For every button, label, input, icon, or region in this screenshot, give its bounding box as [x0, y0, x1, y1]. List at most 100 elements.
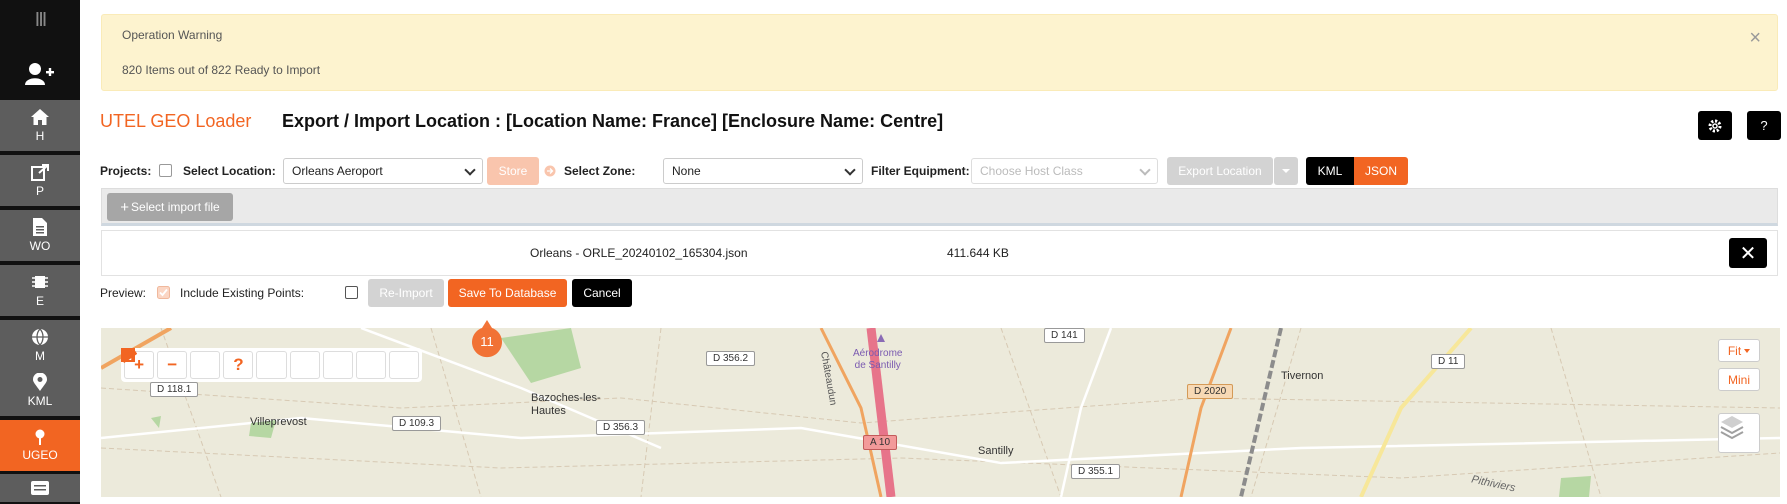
home-icon	[31, 109, 49, 125]
sidebar: III H P WO E M KML UGEO	[0, 0, 80, 504]
step-marker-badge: 11	[470, 320, 504, 360]
file-size: 411.644 KB	[947, 246, 1009, 260]
road-label: D 141	[1044, 328, 1085, 343]
sidebar-item-work-orders[interactable]: WO	[0, 210, 80, 263]
road-label: D 356.2	[706, 351, 756, 366]
menu-toggle-icon[interactable]: III	[0, 0, 80, 40]
sidebar-item-home[interactable]: H	[0, 100, 80, 153]
road-label: D 11	[1431, 354, 1466, 369]
sidebar-item-label: WO	[29, 239, 51, 253]
alert-title: Operation Warning	[122, 28, 223, 42]
toolbar: Projects: Select Location: Orleans Aerop…	[100, 157, 1780, 185]
select-import-file-button[interactable]: + Select import file	[107, 193, 233, 221]
action-row: Preview: Include Existing Points: Re-Imp…	[100, 279, 800, 307]
app-title: UTEL GEO Loader	[100, 111, 252, 131]
globe-icon	[32, 328, 48, 346]
kml-button[interactable]: KML	[1306, 157, 1354, 185]
search-button[interactable]	[122, 349, 320, 379]
preview-checkbox[interactable]	[157, 286, 170, 299]
remove-file-button[interactable]: ✕	[1729, 238, 1767, 268]
select-location-label: Select Location:	[183, 164, 276, 178]
sidebar-item-label: M	[35, 349, 45, 363]
projects-label: Projects:	[100, 164, 152, 178]
cancel-button[interactable]: Cancel	[572, 279, 632, 307]
close-icon[interactable]: ×	[1749, 27, 1761, 50]
zone-select[interactable]: None	[663, 158, 863, 184]
plus-icon: +	[120, 198, 130, 216]
draw-area-button[interactable]	[121, 348, 419, 379]
sidebar-item-label: UGEO	[22, 448, 58, 462]
layers-button[interactable]	[1718, 413, 1760, 453]
sidebar-item-label: P	[35, 184, 44, 198]
help-button[interactable]: ?	[1747, 111, 1781, 140]
location-icon	[35, 429, 45, 445]
select-zone-label: Select Zone:	[564, 164, 636, 178]
host-class-select[interactable]: Choose Host Class	[971, 158, 1158, 184]
sidebar-item-equipment[interactable]: E	[0, 265, 80, 318]
map-place-label: Tivernon	[1281, 370, 1324, 382]
list-icon	[31, 481, 49, 495]
road-label: D 356.3	[596, 420, 646, 435]
fit-button[interactable]: Fit	[1718, 339, 1760, 362]
sidebar-item-ugeo[interactable]: UGEO	[0, 420, 80, 473]
reimport-button[interactable]: Re-Import	[368, 279, 444, 307]
measure-button[interactable]	[121, 348, 386, 379]
square-select-icon	[121, 348, 135, 362]
road-label: D 118.1	[150, 382, 199, 397]
sidebar-item-list[interactable]	[0, 474, 80, 504]
export-dropdown-button[interactable]	[1274, 157, 1298, 185]
arrow-right-circle-icon	[544, 165, 556, 177]
refresh-button[interactable]	[122, 348, 287, 379]
print-button[interactable]	[121, 348, 353, 379]
step-marker-number: 11	[480, 334, 494, 349]
json-button[interactable]: JSON	[1354, 157, 1408, 185]
road-label: A 10	[863, 435, 898, 450]
sidebar-item-label: H	[35, 129, 45, 143]
zoom-out-button[interactable]: −	[157, 351, 188, 379]
export-location-button[interactable]: Export Location	[1167, 157, 1273, 185]
sidebar-item-projects[interactable]: P	[0, 155, 80, 208]
chevron-down-icon	[464, 164, 476, 176]
zone-select-value: None	[672, 164, 701, 178]
map-place-label: Bazoches-les- Hautes	[531, 392, 601, 417]
minimap-button[interactable]: Mini	[1718, 368, 1760, 391]
file-name: Orleans - ORLE_20240102_165304.json	[530, 246, 748, 260]
store-button[interactable]: Store	[487, 157, 539, 185]
map-place-label: Villeprevost	[250, 416, 307, 428]
chip-icon	[32, 276, 48, 288]
select-import-file-label: Select import file	[131, 200, 220, 214]
sidebar-item-label: E	[35, 294, 44, 308]
filter-equipment-label: Filter Equipment:	[871, 164, 970, 178]
share-square-icon	[31, 164, 49, 181]
save-to-database-button[interactable]: Save To Database	[448, 279, 567, 307]
caret-down-icon	[1282, 169, 1290, 173]
document-icon	[33, 218, 47, 236]
include-existing-checkbox[interactable]	[345, 286, 358, 299]
host-class-placeholder: Choose Host Class	[980, 164, 1083, 178]
map-toolbar: + − ?	[121, 348, 422, 382]
sidebar-item-kml[interactable]: KML	[0, 365, 80, 418]
preview-label: Preview:	[100, 286, 147, 300]
alert-message: 820 Items out of 822 Ready to Import	[122, 63, 321, 77]
page-title: Export / Import Location : [Location Nam…	[282, 111, 944, 131]
gear-icon	[1708, 119, 1722, 132]
include-existing-label: Include Existing Points:	[180, 286, 305, 300]
projects-checkbox[interactable]	[159, 164, 172, 177]
map-help-button[interactable]: ?	[223, 351, 254, 379]
settings-button[interactable]	[1698, 111, 1732, 140]
warning-alert: Operation Warning 820 Items out of 822 R…	[101, 14, 1778, 91]
main-content: Operation Warning 820 Items out of 822 R…	[80, 0, 1787, 497]
map-place-label: Santilly	[978, 445, 1014, 457]
layers-icon	[1720, 416, 1744, 440]
road-label: D 2020	[1187, 384, 1234, 399]
location-select[interactable]: Orleans Aeroport	[283, 158, 483, 184]
fit-label: Fit	[1727, 343, 1742, 358]
add-user-icon[interactable]	[0, 52, 80, 96]
map-settings-button[interactable]	[121, 348, 221, 379]
chevron-down-icon	[1139, 164, 1151, 176]
file-row: Orleans - ORLE_20240102_165304.json 411.…	[101, 230, 1778, 276]
caret-down-icon	[1744, 348, 1751, 353]
road-label: D 355.1	[1071, 464, 1121, 479]
location-select-value: Orleans Aeroport	[292, 164, 383, 178]
map-view[interactable]: Villeprevost Bazoches-les- Hautes Aérodr…	[101, 328, 1780, 497]
